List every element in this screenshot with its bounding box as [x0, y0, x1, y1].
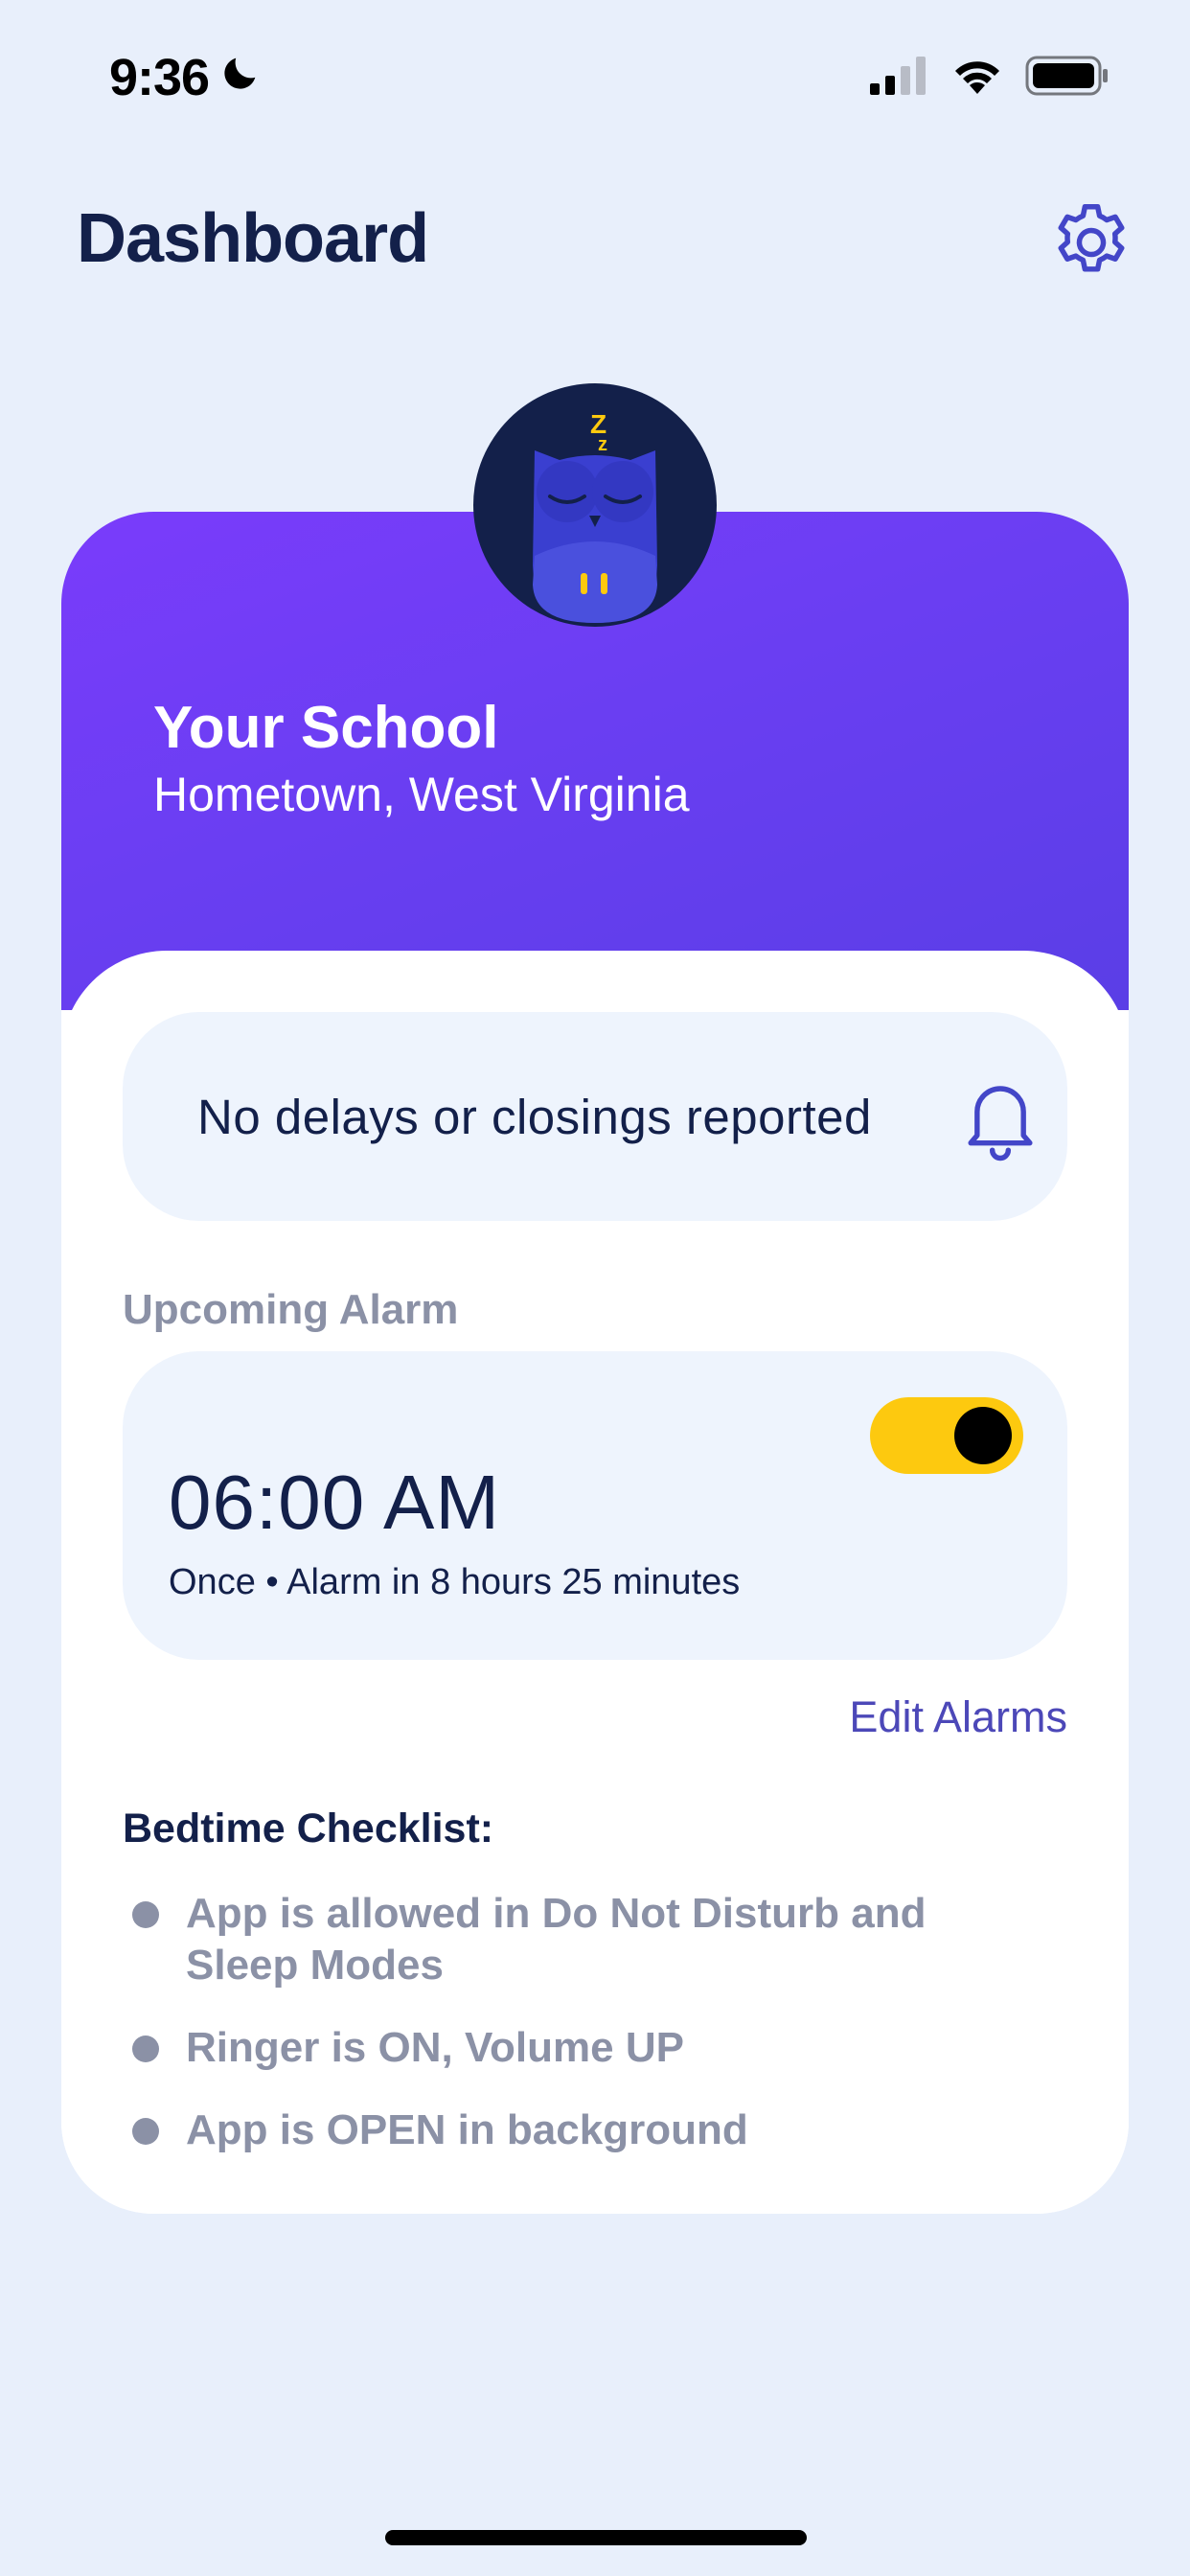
- bullet-icon: [132, 2036, 159, 2062]
- avatar-zz-small-text: z: [598, 434, 607, 455]
- home-indicator[interactable]: [385, 2530, 807, 2545]
- battery-icon: [1025, 56, 1110, 101]
- wifi-icon: [950, 56, 1004, 101]
- closings-status-text: No delays or closings reported: [197, 1090, 872, 1144]
- gear-icon: [1058, 204, 1125, 272]
- status-time-text: 9:36: [109, 49, 210, 106]
- status-bar-time: 9:36: [109, 48, 263, 107]
- alarm-toggle-knob: [954, 1407, 1012, 1464]
- bullet-icon: [132, 2118, 159, 2145]
- alarm-card[interactable]: 06:00 AM Once • Alarm in 8 hours 25 minu…: [123, 1351, 1067, 1660]
- settings-button[interactable]: [1046, 197, 1136, 288]
- bedtime-checklist-title: Bedtime Checklist:: [123, 1806, 494, 1852]
- notifications-button[interactable]: [952, 1070, 1048, 1165]
- alarm-time: 06:00 AM: [169, 1460, 501, 1545]
- checklist-item: App is OPEN in background: [130, 2104, 1031, 2156]
- moon-icon: [218, 48, 263, 107]
- school-location: Hometown, West Virginia: [153, 768, 690, 821]
- sleeping-owl-icon: Z z: [473, 383, 717, 627]
- bullet-icon: [132, 1901, 159, 1928]
- checklist-item-text: App is allowed in Do Not Disturb and Sle…: [186, 1890, 927, 1989]
- status-bar-icons: [870, 56, 1110, 101]
- school-name: Your School: [153, 695, 499, 761]
- checklist-item-text: Ringer is ON, Volume UP: [186, 2024, 684, 2071]
- cellular-signal-icon: [870, 57, 929, 100]
- checklist-item: App is allowed in Do Not Disturb and Sle…: [130, 1888, 1031, 1991]
- checklist-item-text: App is OPEN in background: [186, 2106, 748, 2153]
- alarm-detail: Once • Alarm in 8 hours 25 minutes: [169, 1562, 741, 1602]
- upcoming-alarm-label: Upcoming Alarm: [123, 1286, 459, 1333]
- edit-alarms-link[interactable]: Edit Alarms: [849, 1692, 1067, 1742]
- page-title: Dashboard: [77, 200, 429, 277]
- bell-icon: [968, 1086, 1033, 1162]
- checklist-item: Ringer is ON, Volume UP: [130, 2022, 1031, 2074]
- closings-status-banner: No delays or closings reported: [123, 1012, 1067, 1221]
- bedtime-checklist: App is allowed in Do Not Disturb and Sle…: [130, 1888, 1031, 2187]
- alarm-toggle[interactable]: [870, 1397, 1023, 1474]
